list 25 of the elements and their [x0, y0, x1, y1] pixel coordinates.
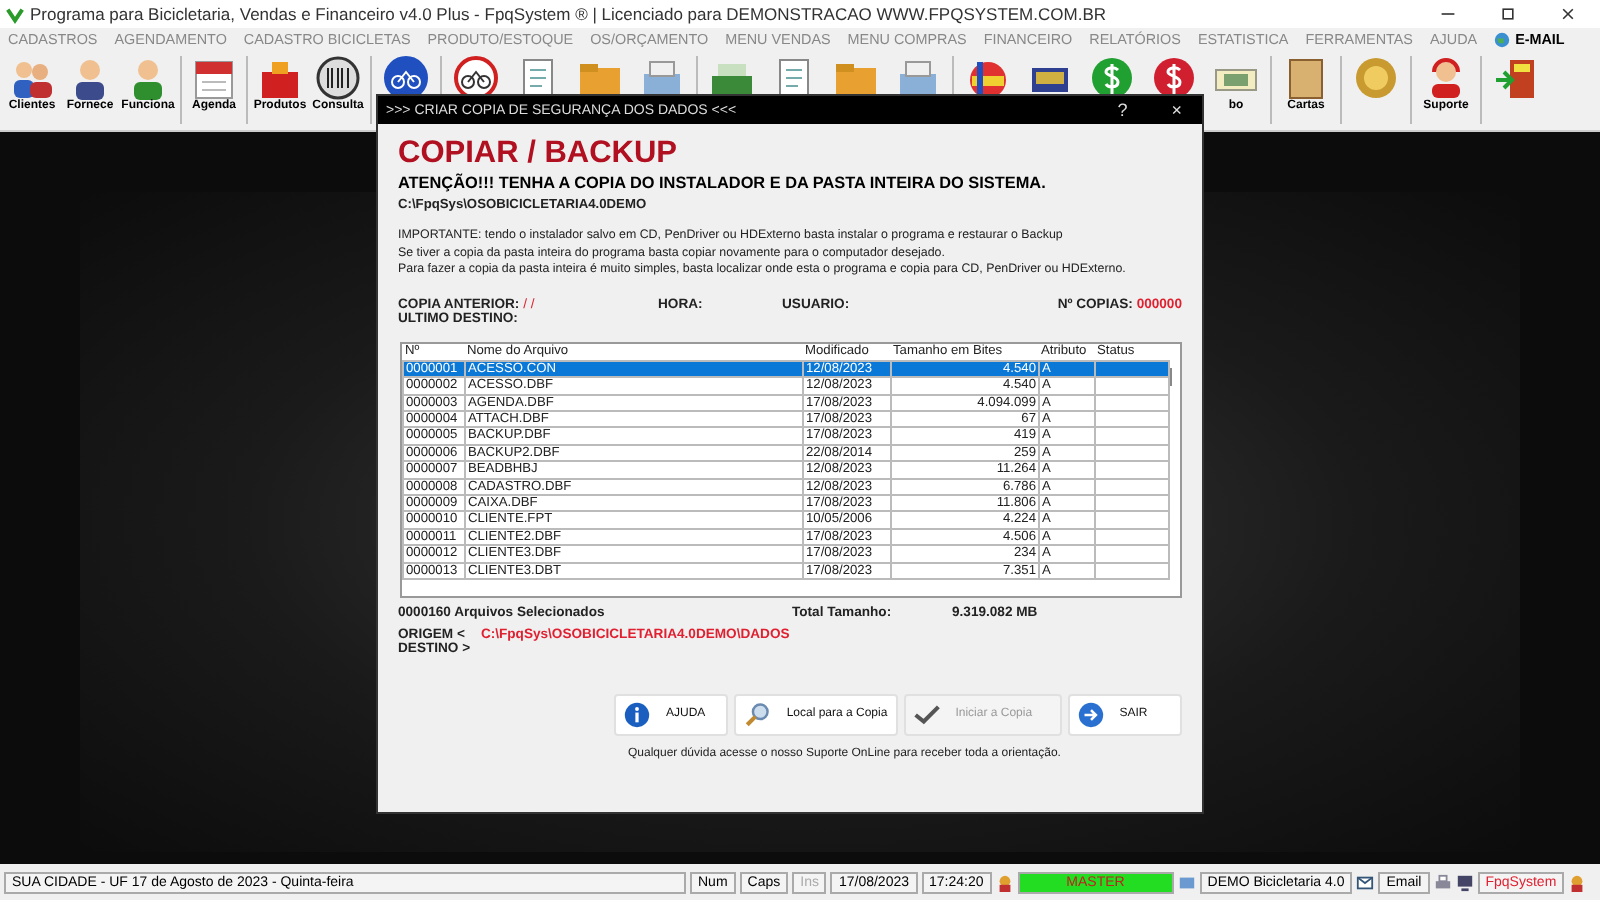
maximize-icon[interactable] [1500, 6, 1516, 22]
warning-text: ATENÇÃO!!! TENHA A COPIA DO INSTALADOR E DA PASTA INTEIRA DO SISTEMA. [398, 174, 1048, 192]
email-icon[interactable] [1356, 873, 1375, 891]
globe-icon [1494, 31, 1511, 47]
printer-icon[interactable] [638, 56, 686, 100]
toolbox-icon[interactable] [256, 56, 304, 100]
search-icon [744, 701, 771, 728]
calendar-icon[interactable] [190, 56, 238, 100]
people-icon[interactable] [8, 56, 56, 100]
app-logo-icon [6, 5, 24, 23]
window-title: Programa para Bicicletaria, Vendas e Financeiro v4.0 Plus - FpqSystem ® | Licenciado para DEMONSTRACAO WWW.FPQSYSTEM.COM.BR [30, 4, 1109, 24]
checkmark-icon [913, 701, 940, 728]
dialog-heading: COPIAR / BACKUP [398, 136, 680, 172]
user-icon [995, 873, 1014, 891]
close-button[interactable]: × [1171, 100, 1182, 120]
close-icon[interactable] [1560, 6, 1576, 22]
info-icon [624, 701, 650, 728]
barcode-icon[interactable] [314, 56, 362, 100]
arrow-right-icon [1077, 701, 1104, 728]
monitor-icon[interactable] [1455, 873, 1474, 891]
help-button[interactable]: ? [1117, 100, 1128, 120]
scrollbar-thumb[interactable] [1169, 367, 1172, 386]
user-icon [1568, 873, 1587, 891]
printer-icon[interactable] [894, 56, 942, 100]
exit-door-icon[interactable] [1492, 56, 1540, 100]
